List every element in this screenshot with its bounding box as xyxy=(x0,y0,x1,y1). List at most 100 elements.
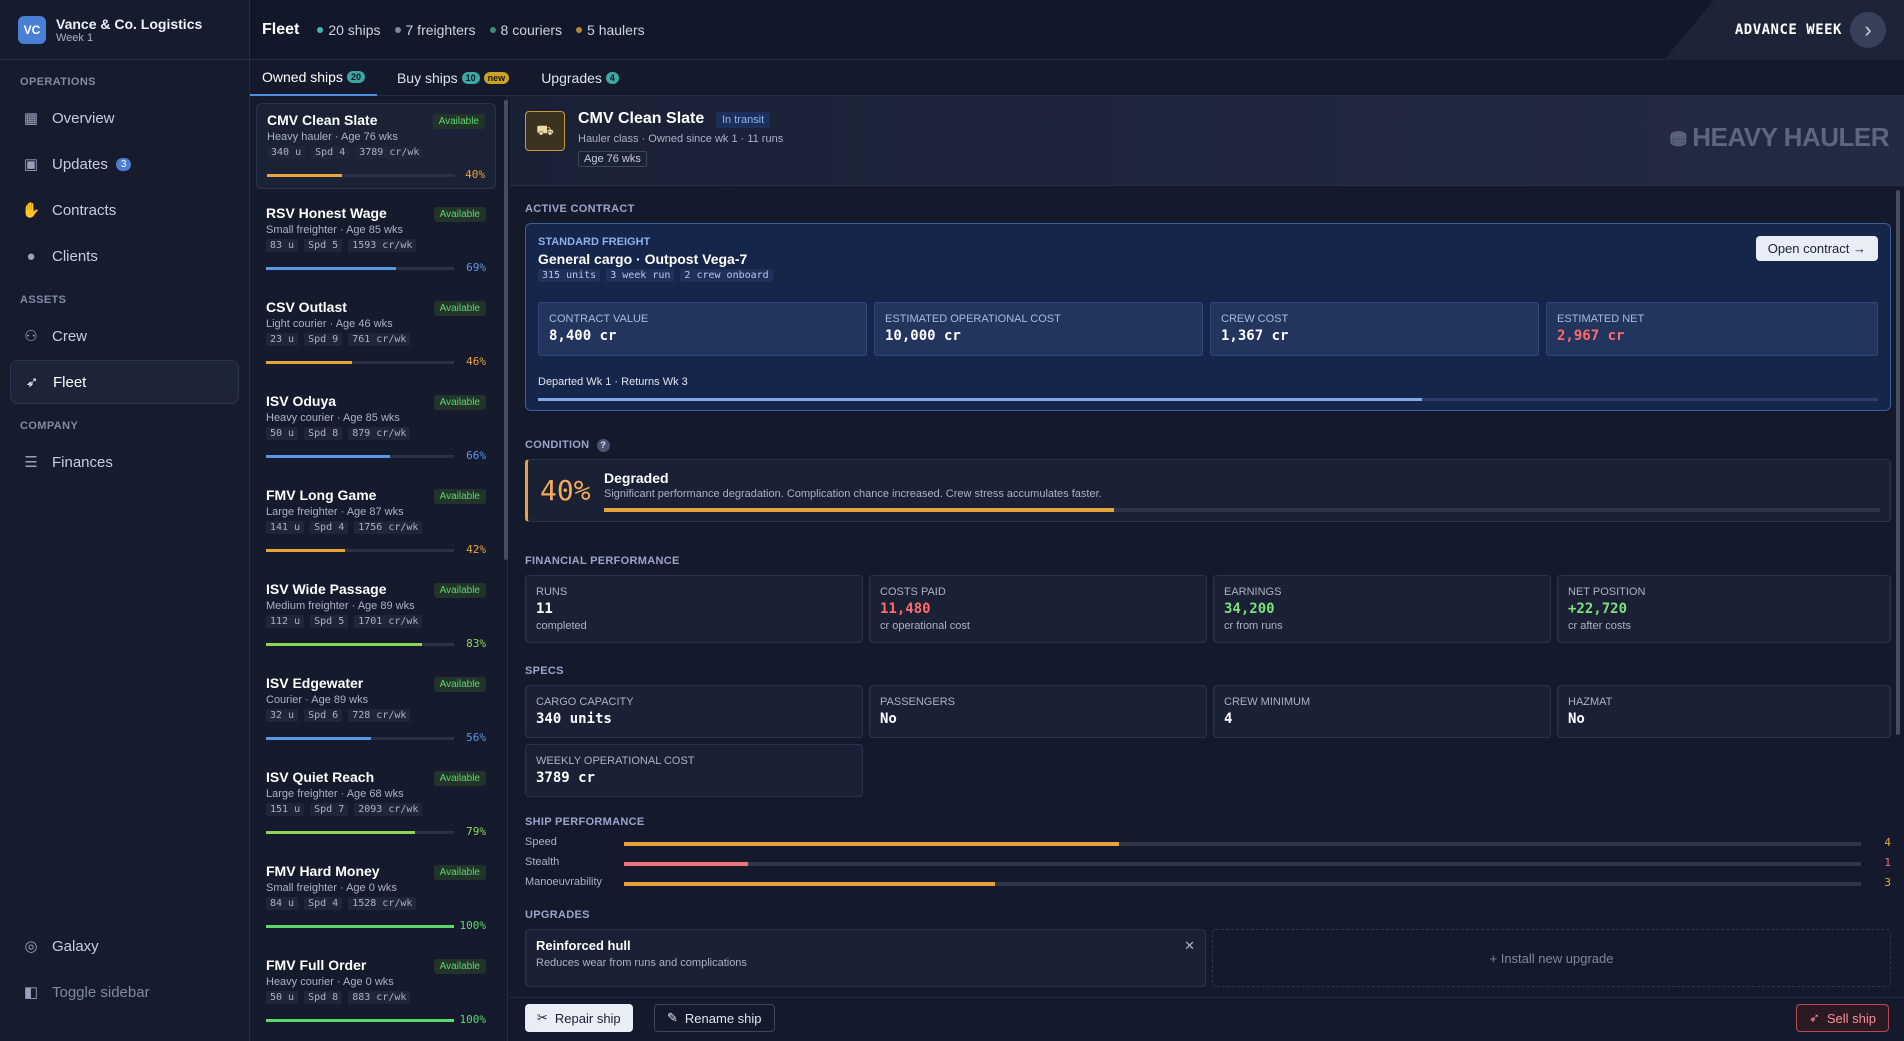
ship-list-item[interactable]: FMV Hard Money Available Small freighter ·… xyxy=(256,855,496,941)
condition-percent: 40% xyxy=(540,474,591,507)
sidebar-item-overview[interactable]: ▦ Overview xyxy=(10,96,239,140)
cost-chip: 883 cr/wk xyxy=(348,991,411,1004)
ship-list-item[interactable]: RSV Honest Wage Available Small freighter … xyxy=(256,197,496,283)
cost-chip: 3789 cr/wk xyxy=(355,146,424,159)
ship-list-item[interactable]: FMV Long Game Available Large freighter · … xyxy=(256,479,496,565)
specs-heading: SPECS xyxy=(525,665,564,677)
condition-label: Degraded xyxy=(604,470,669,486)
perf-speed: Speed 4 xyxy=(525,836,1891,850)
sidebar-item-label: Contracts xyxy=(52,201,117,219)
spec-value: No xyxy=(880,711,897,727)
contract-progress-bar xyxy=(538,398,1878,401)
help-icon[interactable]: ? xyxy=(596,439,610,452)
box-value: 34,200 xyxy=(1224,601,1275,617)
sidebar-item-galaxy[interactable]: ◎ Galaxy xyxy=(10,924,240,968)
open-contract-button[interactable]: Open contract → xyxy=(1755,236,1878,261)
status-badge: Available xyxy=(433,207,486,222)
perf-bar xyxy=(624,842,1861,846)
cargo-chip: 84 u xyxy=(266,897,299,910)
cargo-chip: 50 u xyxy=(266,427,299,440)
tab-label: Upgrades xyxy=(541,70,602,86)
status-badge: Available xyxy=(433,771,486,786)
condition-bar-fill xyxy=(266,925,454,928)
net-position-box: NET POSITION +22,720 cr after costs xyxy=(1557,575,1891,643)
spec-value: 3789 cr xyxy=(536,770,596,786)
sidebar-item-clients[interactable]: ● Clients xyxy=(10,234,239,278)
condition-bar xyxy=(266,455,454,458)
repair-ship-button[interactable]: ✂ Repair ship xyxy=(525,1004,633,1032)
perf-value: 4 xyxy=(1884,836,1891,849)
status-badge: Available xyxy=(433,959,486,974)
upgrade-name: Reinforced hull xyxy=(536,938,631,953)
tab-upgrades[interactable]: Upgrades 4 xyxy=(529,60,631,96)
sidebar-item-fleet[interactable]: ➶ Fleet xyxy=(10,360,239,404)
sidebar-toggle-icon: ◧ xyxy=(23,984,39,1001)
ship-list-item[interactable]: FMV Full Order Available Heavy courier · A… xyxy=(256,949,496,1035)
speed-chip: Spd 7 xyxy=(310,803,349,816)
ship-list-item[interactable]: CMV Clean Slate Available Heavy hauler · A… xyxy=(256,103,496,189)
spec-crew-minimum: CREW MINIMUM 4 xyxy=(1213,685,1551,738)
status-badge: Available xyxy=(432,114,485,129)
speed-chip: Spd 8 xyxy=(304,991,343,1004)
stat-haulers: 5 haulers xyxy=(576,22,645,38)
brand-header: VC Vance & Co. Logistics Week 1 xyxy=(0,0,249,60)
sidebar-item-label: Galaxy xyxy=(52,937,99,955)
ship-list-item[interactable]: ISV Edgewater Available Courier · Age 89 w… xyxy=(256,667,496,753)
spec-value: No xyxy=(1568,711,1585,727)
ship-list-item[interactable]: ISV Wide Passage Available Medium freighte… xyxy=(256,573,496,659)
ship-list-item[interactable]: CSV Outlast Available Light courier · Age … xyxy=(256,291,496,377)
perf-bar xyxy=(624,862,1861,866)
condition-bar-fill xyxy=(266,361,353,364)
top-bar: Fleet 20 ships 7 freighters 8 couriers 5… xyxy=(250,0,1904,60)
ship-list-item[interactable]: ISV Quiet Reach Available Large freighter … xyxy=(256,761,496,847)
tab-buy-ships[interactable]: Buy ships 10 new xyxy=(385,60,521,96)
tab-owned-ships[interactable]: Owned ships 20 xyxy=(250,60,377,96)
rename-ship-button[interactable]: ✎ Rename ship xyxy=(654,1004,775,1032)
sidebar-item-finances[interactable]: ☰ Finances xyxy=(10,440,239,484)
condition-bar-fill xyxy=(604,508,1115,512)
condition-bar-fill xyxy=(266,455,391,458)
speed-chip: Spd 8 xyxy=(304,427,343,440)
box-label: ESTIMATED NET xyxy=(1557,313,1645,325)
ship-list-item[interactable]: ISV Oduya Available Heavy courier · Age 85… xyxy=(256,385,496,471)
box-label: CONTRACT VALUE xyxy=(549,313,649,325)
remove-upgrade-close-icon[interactable]: ✕ xyxy=(1184,938,1195,954)
perf-label: Speed xyxy=(525,836,557,848)
sidebar-item-contracts[interactable]: ✋ Contracts xyxy=(10,188,239,232)
earnings-box: EARNINGS 34,200 cr from runs xyxy=(1213,575,1551,643)
ship-list-scrollbar[interactable] xyxy=(504,100,508,560)
box-label: NET POSITION xyxy=(1568,586,1646,598)
condition-bar xyxy=(266,925,454,928)
section-operations: OPERATIONS xyxy=(20,76,96,88)
ship-type-watermark: ⛃ HEAVY HAULER xyxy=(1670,122,1889,153)
ship-header: ⛟ CMV Clean Slate In transit Hauler clas… xyxy=(510,96,1904,186)
cargo-chip: 112 u xyxy=(266,615,305,628)
box-value: 8,400 cr xyxy=(549,328,617,344)
condition-description: Significant performance degradation. Com… xyxy=(604,488,1102,500)
contract-departure: Departed Wk 1 · Returns Wk 3 xyxy=(538,376,688,388)
advance-week-button[interactable]: ADVANCE WEEK › xyxy=(1664,0,1904,60)
speed-chip: Spd 5 xyxy=(310,615,349,628)
spec-label: PASSENGERS xyxy=(880,696,955,708)
new-badge: new xyxy=(483,72,510,84)
ship-description: Heavy courier · Age 85 wks xyxy=(266,412,400,424)
install-upgrade-button[interactable]: + Install new upgrade xyxy=(1212,929,1891,987)
cargo-chip: 340 u xyxy=(267,146,306,159)
people-icon: ⚇ xyxy=(24,328,38,345)
condition-percent: 40% xyxy=(465,168,485,181)
detail-scrollbar[interactable] xyxy=(1896,190,1900,735)
cost-chip: 2093 cr/wk xyxy=(354,803,423,816)
toggle-sidebar-button[interactable]: ◧ Toggle sidebar xyxy=(10,970,240,1014)
sidebar-item-updates[interactable]: ▣ Updates 3 xyxy=(10,142,239,186)
operational-cost-box: ESTIMATED OPERATIONAL COST 10,000 cr xyxy=(874,302,1203,356)
contract-chip: 2 crew onboard xyxy=(680,269,773,282)
sell-ship-button[interactable]: ➶ Sell ship xyxy=(1795,1004,1889,1032)
condition-bar-fill xyxy=(266,737,372,740)
sidebar-item-crew[interactable]: ⚇ Crew xyxy=(10,314,239,358)
spec-label: WEEKLY OPERATIONAL COST xyxy=(536,755,695,767)
button-label: Sell ship xyxy=(1826,1010,1876,1026)
spec-cargo-capacity: CARGO CAPACITY 340 units xyxy=(525,685,863,738)
company-name: Vance & Co. Logistics xyxy=(56,15,203,32)
box-value: 1,367 cr xyxy=(1221,328,1289,344)
condition-bar-fill xyxy=(266,643,423,646)
